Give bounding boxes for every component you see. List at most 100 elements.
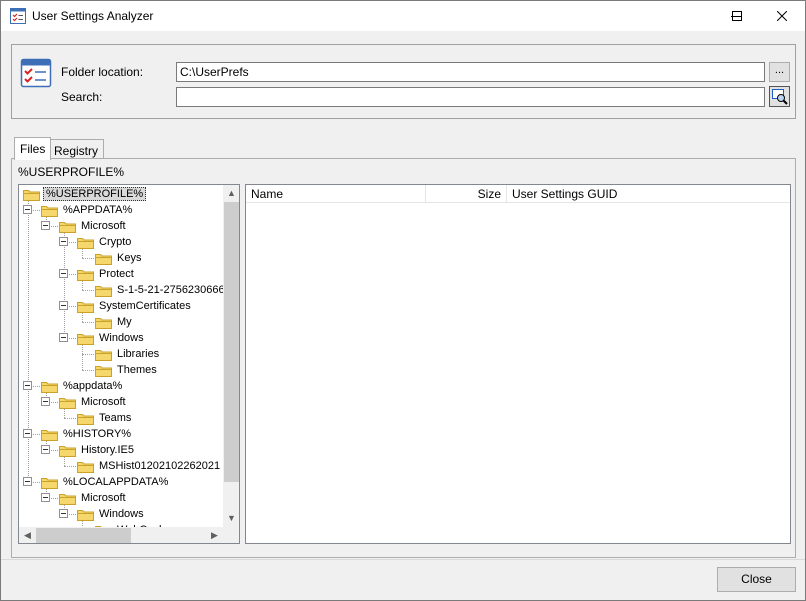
tree-item-label: %APPDATA% [63, 204, 133, 216]
tree-item-label: %appdata% [63, 380, 123, 392]
footer-divider [1, 559, 805, 560]
tree-item-label: Microsoft [81, 492, 126, 504]
tree-vertical-scrollbar[interactable]: ▲ ▼ [223, 185, 239, 527]
collapse-toggle-icon[interactable] [41, 221, 50, 230]
folder-icon [59, 444, 76, 457]
search-icon [771, 88, 788, 105]
tree-item[interactable]: History.IE5 [59, 442, 136, 458]
scroll-up-icon[interactable]: ▲ [223, 185, 239, 202]
collapse-toggle-icon[interactable] [59, 301, 68, 310]
maximize-button[interactable] [714, 1, 760, 31]
tree-item[interactable]: Microsoft [59, 394, 128, 410]
collapse-toggle-icon[interactable] [23, 205, 32, 214]
column-user-settings-guid[interactable]: User Settings GUID [507, 185, 790, 203]
list-header: Name Size User Settings GUID [246, 185, 790, 203]
tree-item[interactable]: %LOCALAPPDATA% [41, 474, 170, 490]
tab-registry[interactable]: Registry [48, 139, 105, 160]
tree-connector [82, 370, 94, 371]
tree-item[interactable]: My [95, 314, 134, 330]
search-input[interactable] [176, 87, 765, 107]
collapse-toggle-icon[interactable] [41, 445, 50, 454]
files-tab-panel: %USERPROFILE% %USERPROFILE% %APPDATA% Micr… [11, 158, 796, 558]
location-panel: Folder location: C:\UserPrefs ... Search… [11, 44, 796, 119]
tree-item[interactable]: Themes [95, 362, 159, 378]
tree-connector [64, 231, 65, 338]
collapse-toggle-icon[interactable] [59, 269, 68, 278]
search-label: Search: [61, 90, 103, 104]
folder-icon [41, 428, 58, 441]
collapse-toggle-icon[interactable] [59, 509, 68, 518]
folder-icon [95, 316, 112, 329]
folder-icon [95, 284, 112, 297]
tree-item[interactable]: %HISTORY% [41, 426, 133, 442]
tree-item[interactable]: Windows [77, 330, 146, 346]
tree-item[interactable]: S-1-5-21-2756230666 [95, 282, 227, 298]
tab-files[interactable]: Files [14, 137, 52, 160]
folder-icon [77, 460, 94, 473]
folder-tree[interactable]: %USERPROFILE% %APPDATA% Microsoft Crypto Key… [18, 184, 240, 544]
browse-folder-button[interactable]: ... [769, 62, 790, 82]
tree-item[interactable]: Windows [77, 506, 146, 522]
collapse-toggle-icon[interactable] [59, 237, 68, 246]
folder-icon [77, 236, 94, 249]
tree-item-label: SystemCertificates [99, 300, 191, 312]
collapse-toggle-icon[interactable] [41, 493, 50, 502]
tree-item-label: History.IE5 [81, 444, 134, 456]
tree-connector [82, 290, 94, 291]
tree-item-label: Microsoft [81, 396, 126, 408]
column-size[interactable]: Size [426, 185, 507, 203]
maximize-icon [732, 11, 742, 21]
scroll-left-icon[interactable]: ◀ [19, 527, 36, 543]
tree-item[interactable]: %USERPROFILE% [23, 186, 147, 202]
folder-icon [77, 332, 94, 345]
collapse-toggle-icon[interactable] [23, 429, 32, 438]
tree-horizontal-thumb[interactable] [36, 528, 131, 543]
close-icon [777, 11, 787, 21]
tree-item[interactable]: MSHist01202102262021 [77, 458, 222, 474]
scroll-right-icon[interactable]: ▶ [206, 527, 223, 543]
folder-location-input[interactable]: C:\UserPrefs [176, 62, 765, 82]
column-name[interactable]: Name [246, 185, 426, 203]
tree-connector [82, 322, 94, 323]
tree-connector [82, 258, 94, 259]
app-window: User Settings Analyzer Folder location: … [0, 0, 806, 601]
tree-item-label: Protect [99, 268, 134, 280]
tree-item-label: Teams [99, 412, 132, 424]
tree-connector [82, 343, 83, 370]
tree-item[interactable]: %APPDATA% [41, 202, 134, 218]
close-button[interactable]: Close [717, 567, 796, 592]
current-path-label: %USERPROFILE% [18, 165, 125, 179]
close-window-button[interactable] [759, 1, 805, 31]
tree-horizontal-scrollbar[interactable]: ◀ ▶ [19, 527, 223, 543]
folder-icon [59, 396, 76, 409]
collapse-toggle-icon[interactable] [41, 397, 50, 406]
scroll-down-icon[interactable]: ▼ [223, 510, 239, 527]
app-icon [10, 8, 26, 24]
tree-item[interactable]: %appdata% [41, 378, 124, 394]
tree-item-label: Keys [117, 252, 142, 264]
tree-item[interactable]: Microsoft [59, 490, 128, 506]
search-button[interactable] [769, 86, 790, 107]
tree-connector [64, 466, 76, 467]
tree-item[interactable]: Protect [77, 266, 136, 282]
tree-item[interactable]: SystemCertificates [77, 298, 193, 314]
tree-item[interactable]: Libraries [95, 346, 161, 362]
tree-item-label: %USERPROFILE% [43, 187, 147, 201]
collapse-toggle-icon[interactable] [59, 333, 68, 342]
tree-item[interactable]: Keys [95, 250, 143, 266]
folder-icon [59, 220, 76, 233]
folder-icon [77, 268, 94, 281]
tree-item[interactable]: Microsoft [59, 218, 128, 234]
tree-item-label: MSHist01202102262021 [99, 460, 221, 472]
folder-icon [41, 204, 58, 217]
folder-icon [77, 508, 94, 521]
tree-connector [28, 199, 29, 482]
tree-item[interactable]: Crypto [77, 234, 133, 250]
collapse-toggle-icon[interactable] [23, 477, 32, 486]
tree-item[interactable]: Teams [77, 410, 133, 426]
scroll-corner [223, 527, 239, 543]
folder-icon [77, 412, 94, 425]
files-list[interactable]: Name Size User Settings GUID [245, 184, 791, 544]
collapse-toggle-icon[interactable] [23, 381, 32, 390]
tree-vertical-thumb[interactable] [224, 202, 239, 482]
